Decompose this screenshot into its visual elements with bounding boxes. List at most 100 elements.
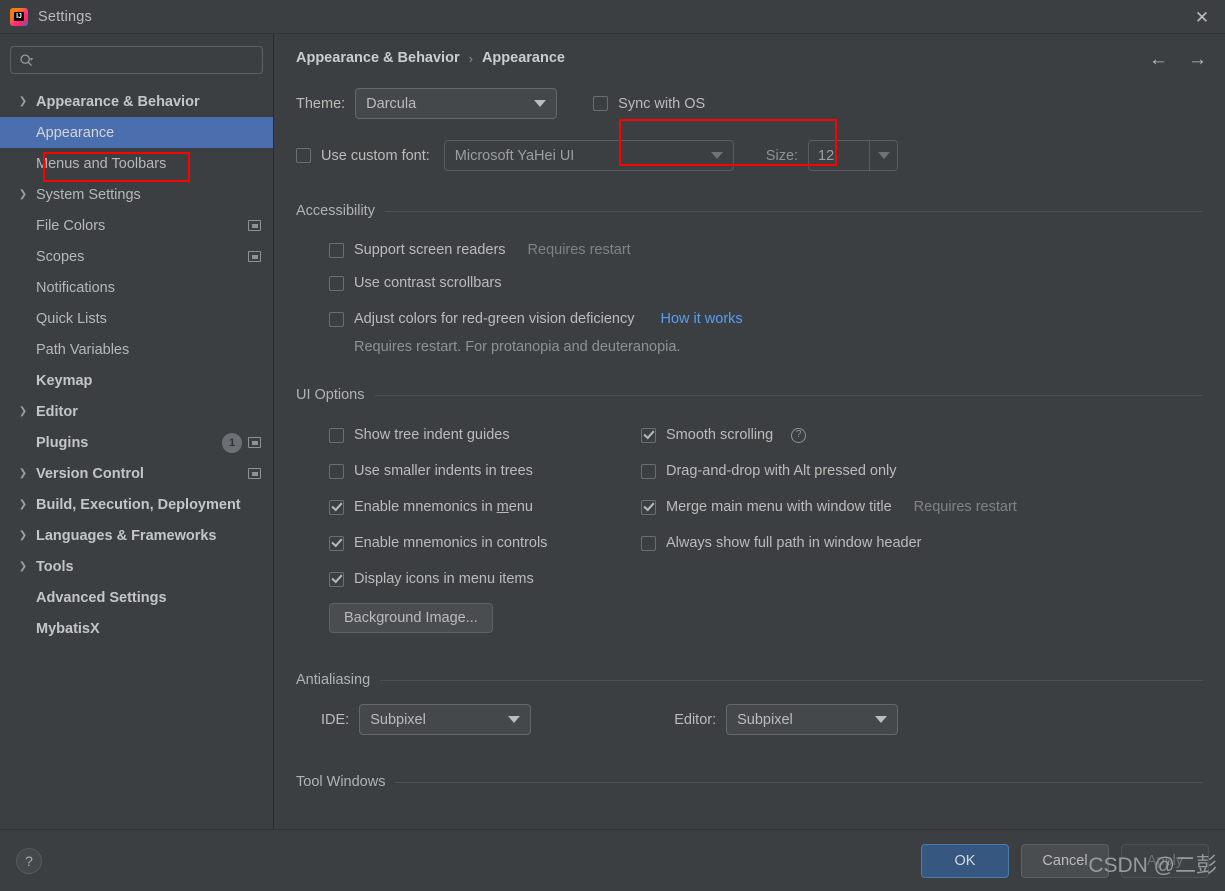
sidebar-item-label: File Colors xyxy=(36,217,106,234)
font-size-label: Size: xyxy=(765,147,799,164)
question-mark-icon[interactable]: ? xyxy=(16,847,42,874)
theme-combobox[interactable]: Darcula xyxy=(355,88,558,119)
custom-font-row: Use custom font: Microsoft YaHei UI Size… xyxy=(296,140,1203,171)
sidebar-item-label: Appearance & Behavior xyxy=(36,93,200,110)
font-size-value: 12 xyxy=(818,147,835,164)
apply-button[interactable]: Apply xyxy=(1121,843,1209,878)
use-smaller-indents-row[interactable]: Use smaller indents in trees xyxy=(329,453,641,489)
sidebar-item-label: Editor xyxy=(36,403,78,420)
sidebar-item-plugins[interactable]: Plugins 1 xyxy=(0,427,273,458)
chevron-right-icon[interactable]: ❯ xyxy=(14,189,32,200)
search-icon xyxy=(20,53,34,66)
adjust-colors-checkbox[interactable] xyxy=(329,311,344,327)
sidebar-item-build-execution-deployment[interactable]: ❯ Build, Execution, Deployment xyxy=(0,489,273,520)
sync-with-os-checkbox[interactable] xyxy=(593,96,609,111)
window-title: Settings xyxy=(38,8,92,25)
show-tree-indent-guides-row[interactable]: Show tree indent guides xyxy=(329,417,641,453)
sidebar-item-languages-and-frameworks[interactable]: ❯ Languages & Frameworks xyxy=(0,520,273,551)
chevron-right-icon[interactable]: ❯ xyxy=(14,468,32,479)
always-show-full-path-row[interactable]: Always show full path in window header xyxy=(641,525,1111,561)
arrow-left-icon[interactable]: ← xyxy=(1149,50,1168,69)
show-tree-indent-guides-label: Show tree indent guides xyxy=(354,427,510,443)
sidebar-item-label: Menus and Toolbars xyxy=(36,155,167,172)
smooth-scrolling-checkbox[interactable] xyxy=(641,427,656,443)
always-show-full-path-checkbox[interactable] xyxy=(641,535,656,551)
sidebar-item-keymap[interactable]: Keymap xyxy=(0,365,273,396)
sidebar-item-version-control[interactable]: ❯ Version Control xyxy=(0,458,273,489)
drag-and-drop-alt-row[interactable]: Drag-and-drop with Alt pressed only xyxy=(641,453,1111,489)
ide-antialiasing-combobox[interactable]: Subpixel xyxy=(359,704,532,735)
theme-label: Theme: xyxy=(296,95,346,112)
merge-main-menu-row[interactable]: Merge main menu with window title Requir… xyxy=(641,489,1111,525)
sidebar-item-label: Notifications xyxy=(36,279,115,296)
enable-mnemonics-controls-checkbox[interactable] xyxy=(329,535,344,551)
search-box[interactable] xyxy=(10,46,263,74)
sidebar-item-system-settings[interactable]: ❯ System Settings xyxy=(0,179,273,210)
search-container xyxy=(0,34,273,82)
support-screen-readers-row[interactable]: Support screen readers Requires restart xyxy=(329,235,1203,265)
background-image-button[interactable]: Background Image... xyxy=(329,603,493,633)
help-circle-icon[interactable]: ? xyxy=(791,427,807,443)
editor-antialiasing-combobox[interactable]: Subpixel xyxy=(726,704,899,735)
sidebar-item-appearance[interactable]: Appearance xyxy=(0,117,273,148)
sync-with-os-row[interactable]: Sync with OS xyxy=(593,96,705,112)
merge-main-menu-checkbox[interactable] xyxy=(641,499,656,515)
use-custom-font-checkbox[interactable] xyxy=(296,148,311,163)
enable-mnemonics-menu-row[interactable]: Enable mnemonics in menu xyxy=(329,489,641,525)
custom-font-combobox[interactable]: Microsoft YaHei UI xyxy=(443,140,734,171)
display-icons-menu-items-checkbox[interactable] xyxy=(329,571,344,587)
accessibility-note: Requires restart. For protanopia and deu… xyxy=(354,339,681,355)
sidebar-item-notifications[interactable]: Notifications xyxy=(0,272,273,303)
accessibility-options: Support screen readers Requires restart … xyxy=(296,235,1203,356)
use-smaller-indents-checkbox[interactable] xyxy=(329,463,344,479)
sidebar-item-label: Build, Execution, Deployment xyxy=(36,496,241,513)
font-size-dropdown-button[interactable] xyxy=(869,141,897,170)
use-contrast-scrollbars-checkbox[interactable] xyxy=(329,275,344,291)
ok-button[interactable]: OK xyxy=(921,843,1009,878)
drag-and-drop-alt-checkbox[interactable] xyxy=(641,463,656,479)
chevron-down-icon[interactable]: ❯ xyxy=(14,96,32,107)
breadcrumb-separator-icon: › xyxy=(468,50,473,66)
display-icons-menu-items-row[interactable]: Display icons in menu items xyxy=(329,561,641,597)
arrow-right-icon[interactable]: → xyxy=(1188,50,1207,69)
use-custom-font-row[interactable]: Use custom font: xyxy=(296,148,430,164)
settings-sidebar: ❯ Appearance & Behavior Appearance Menus… xyxy=(0,34,274,829)
settings-main-panel: Appearance & Behavior › Appearance ← → T… xyxy=(274,34,1225,829)
breadcrumb-leaf: Appearance xyxy=(481,50,565,66)
editor-antialiasing-value: Subpixel xyxy=(737,711,793,728)
sidebar-item-mybatisx[interactable]: MybatisX xyxy=(0,613,273,644)
chevron-right-icon[interactable]: ❯ xyxy=(14,499,32,510)
enable-mnemonics-controls-row[interactable]: Enable mnemonics in controls xyxy=(329,525,641,561)
support-screen-readers-checkbox[interactable] xyxy=(329,242,344,258)
enable-mnemonics-menu-checkbox[interactable] xyxy=(329,499,344,515)
chevron-right-icon[interactable]: ❯ xyxy=(14,530,32,541)
sidebar-item-tools[interactable]: ❯ Tools xyxy=(0,551,273,582)
sidebar-item-label: MybatisX xyxy=(36,620,100,637)
sidebar-item-label: Scopes xyxy=(36,248,85,265)
sidebar-item-path-variables[interactable]: Path Variables xyxy=(0,334,273,365)
sidebar-item-menus-and-toolbars[interactable]: Menus and Toolbars xyxy=(0,148,273,179)
how-it-works-link[interactable]: How it works xyxy=(660,311,742,327)
search-input[interactable] xyxy=(38,52,254,68)
sidebar-item-editor[interactable]: ❯ Editor xyxy=(0,396,273,427)
sidebar-item-advanced-settings[interactable]: Advanced Settings xyxy=(0,582,273,613)
adjust-colors-row[interactable]: Adjust colors for red-green vision defic… xyxy=(329,301,1203,337)
chevron-right-icon[interactable]: ❯ xyxy=(14,406,32,417)
sidebar-item-file-colors[interactable]: File Colors xyxy=(0,210,273,241)
smooth-scrolling-row[interactable]: Smooth scrolling ? xyxy=(641,417,1111,453)
sidebar-item-appearance-and-behavior[interactable]: ❯ Appearance & Behavior xyxy=(0,86,273,117)
sidebar-item-label: Version Control xyxy=(36,465,144,482)
breadcrumb-root[interactable]: Appearance & Behavior xyxy=(296,50,460,66)
close-icon[interactable]: ✕ xyxy=(1179,0,1225,34)
sidebar-item-quick-lists[interactable]: Quick Lists xyxy=(0,303,273,334)
cancel-button[interactable]: Cancel xyxy=(1021,843,1109,878)
title-bar: IJ Settings ✕ xyxy=(0,0,1225,34)
use-contrast-scrollbars-row[interactable]: Use contrast scrollbars xyxy=(329,265,1203,301)
sidebar-item-label: Tools xyxy=(36,558,74,575)
font-size-spinner[interactable]: 12 xyxy=(808,140,899,171)
antialiasing-row: IDE: Subpixel Editor: Subpixel xyxy=(296,704,1203,735)
chevron-right-icon[interactable]: ❯ xyxy=(14,561,32,572)
show-tree-indent-guides-checkbox[interactable] xyxy=(329,427,344,443)
sidebar-item-scopes[interactable]: Scopes xyxy=(0,241,273,272)
use-smaller-indents-label: Use smaller indents in trees xyxy=(354,463,533,479)
